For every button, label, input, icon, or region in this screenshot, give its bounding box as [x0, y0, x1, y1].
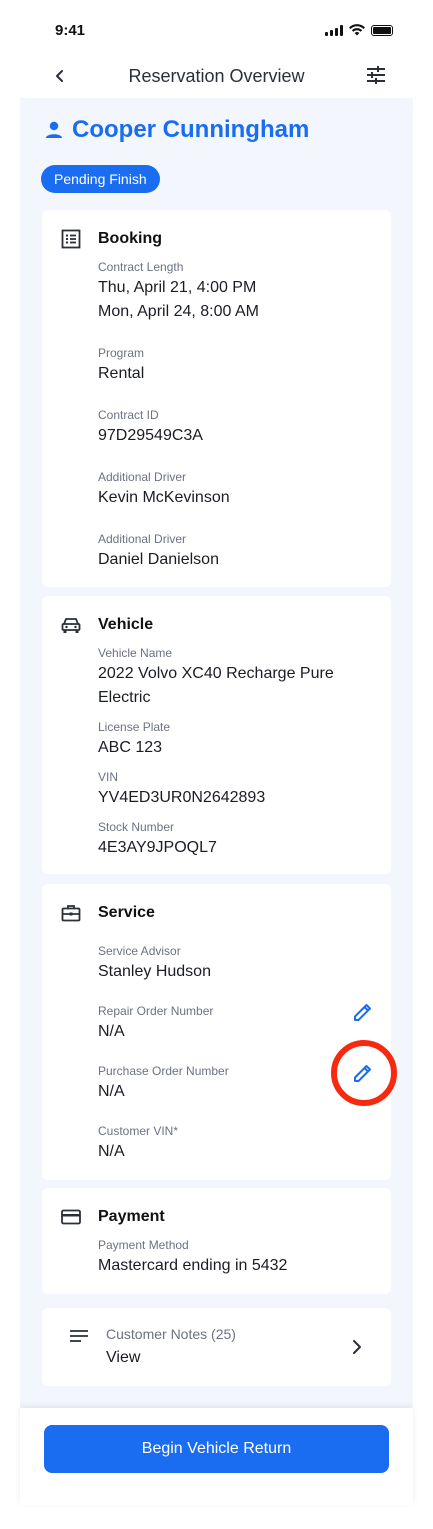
additional-driver-value: Daniel Danielson	[98, 551, 219, 568]
sliders-icon	[367, 66, 385, 84]
additional-driver-label: Additional Driver	[98, 470, 187, 484]
wifi-icon	[349, 24, 365, 36]
booking-card-header: Booking	[60, 228, 162, 250]
customer-vin-value: N/A	[98, 1143, 125, 1160]
edit-repair-order-button[interactable]	[351, 1000, 375, 1024]
payment-card: Payment Payment Method Mastercard ending…	[42, 1188, 391, 1294]
stock-number-label: Stock Number	[98, 820, 175, 834]
customer-notes-row[interactable]: Customer Notes (25) View	[42, 1308, 391, 1386]
repair-order-label: Repair Order Number	[98, 1004, 214, 1018]
person-icon	[46, 121, 62, 138]
lines-icon	[70, 1330, 88, 1342]
begin-vehicle-return-button[interactable]: Begin Vehicle Return	[44, 1425, 389, 1473]
page-title: Reservation Overview	[128, 66, 305, 86]
footer: Begin Vehicle Return	[20, 1408, 413, 1505]
booking-title: Booking	[98, 230, 162, 247]
highlight-circle	[331, 1040, 397, 1106]
customer-vin-label: Customer VIN*	[98, 1124, 179, 1138]
program-label: Program	[98, 346, 145, 360]
service-title: Service	[98, 904, 155, 921]
stock-number-value: 4E3AY9JPOQL7	[98, 839, 217, 856]
content-area[interactable]: Cooper Cunningham Pending Finish Booking…	[20, 98, 413, 1408]
briefcase-icon	[61, 905, 81, 922]
battery-icon	[371, 24, 393, 36]
program-value: Rental	[98, 365, 145, 382]
customer-header: Cooper Cunningham	[44, 116, 309, 144]
list-document-icon	[61, 229, 81, 249]
status-badge: Pending Finish	[41, 165, 160, 193]
vehicle-card-header: Vehicle	[60, 614, 153, 636]
booking-card: Booking Contract Length Thu, April 21, 4…	[42, 210, 391, 587]
license-plate-value: ABC 123	[98, 739, 163, 756]
payment-title: Payment	[98, 1208, 165, 1225]
payment-method-value: Mastercard ending in 5432	[98, 1257, 288, 1274]
service-advisor-label: Service Advisor	[98, 944, 181, 958]
vehicle-name-label: Vehicle Name	[98, 646, 173, 660]
additional-driver-value: Kevin McKevinson	[98, 489, 230, 506]
purchase-order-value: N/A	[98, 1083, 125, 1100]
car-icon	[61, 618, 81, 633]
vehicle-card: Vehicle Vehicle Name 2022 Volvo XC40 Rec…	[42, 596, 391, 874]
chevron-right-icon	[353, 1340, 361, 1354]
vehicle-name-value: 2022 Volvo XC40 Recharge Pure	[98, 665, 334, 682]
service-card-header: Service	[60, 902, 155, 924]
license-plate-label: License Plate	[98, 720, 171, 734]
vin-value: YV4ED3UR0N2642893	[98, 789, 266, 806]
vehicle-name-value-cont: Electric	[98, 689, 151, 706]
contract-end: Mon, April 24, 8:00 AM	[98, 303, 259, 320]
pencil-icon	[354, 1004, 371, 1021]
purchase-order-label: Purchase Order Number	[98, 1064, 229, 1078]
contract-start: Thu, April 21, 4:00 PM	[98, 279, 257, 296]
signal-icon	[325, 24, 343, 36]
vehicle-title: Vehicle	[98, 616, 154, 633]
customer-notes-view[interactable]: View	[106, 1349, 140, 1367]
customer-name: Cooper Cunningham	[72, 116, 310, 143]
filter-button[interactable]	[365, 64, 389, 88]
app-header: Reservation Overview	[20, 58, 413, 98]
contract-id-value: 97D29549C3A	[98, 427, 203, 444]
contract-length-label: Contract Length	[98, 260, 184, 274]
service-card: Service Service Advisor Stanley Hudson R…	[42, 884, 397, 1180]
additional-driver-label: Additional Driver	[98, 532, 187, 546]
status-time: 9:41	[55, 22, 86, 39]
credit-card-icon	[61, 1209, 81, 1225]
customer-notes-label: Customer Notes (25)	[106, 1326, 236, 1342]
status-icons	[325, 24, 393, 36]
service-advisor-value: Stanley Hudson	[98, 963, 211, 980]
contract-id-label: Contract ID	[98, 408, 159, 422]
status-bar: 9:41	[0, 0, 433, 58]
repair-order-value: N/A	[98, 1023, 125, 1040]
vin-label: VIN	[98, 770, 119, 784]
payment-card-header: Payment	[60, 1206, 165, 1228]
payment-method-label: Payment Method	[98, 1238, 189, 1252]
